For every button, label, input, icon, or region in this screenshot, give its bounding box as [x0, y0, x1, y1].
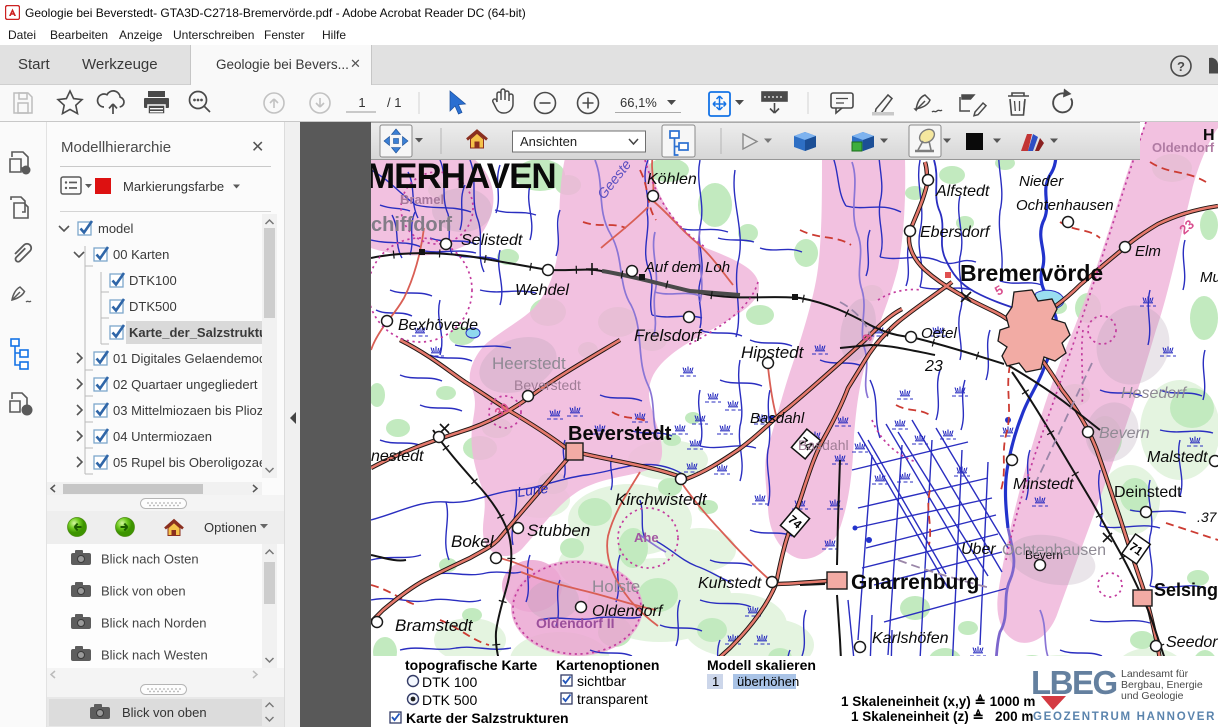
svg-text:03 Mittelmiozaen bis Pliozae: 03 Mittelmiozaen bis Pliozae — [113, 403, 262, 418]
svg-text:02 Quartaer ungegliedert: 02 Quartaer ungegliedert — [113, 377, 258, 392]
svg-text:05 Rupel bis Oberoligozaen: 05 Rupel bis Oberoligozaen — [113, 455, 262, 470]
svg-text:Markierungsfarbe: Markierungsfarbe — [123, 179, 224, 194]
svg-text:01 Digitales Gelaendemodell: 01 Digitales Gelaendemodell — [113, 351, 262, 366]
svg-text:DTK100: DTK100 — [129, 273, 177, 288]
svg-text:Modell skalieren: Modell skalieren — [707, 657, 816, 673]
svg-text:chiffdorf: chiffdorf — [371, 214, 452, 236]
svg-text:1 Skaleneinheit (x,y) ≜ 1000 m: 1 Skaleneinheit (x,y) ≜ 1000 m — [841, 693, 1035, 709]
svg-text:Karte der Salzstrukturen: Karte der Salzstrukturen — [406, 710, 569, 726]
svg-text:.37: .37 — [1197, 509, 1218, 525]
svg-text:Holste: Holste — [592, 577, 640, 596]
svg-text:Mu: Mu — [1200, 269, 1218, 286]
svg-text:überhöhen: überhöhen — [737, 674, 799, 689]
svg-text:i: i — [26, 406, 28, 416]
svg-text:Kartenoptionen: Kartenoptionen — [556, 657, 659, 673]
svg-text:DTK 100: DTK 100 — [422, 674, 477, 690]
svg-text:Beverstedt: Beverstedt — [514, 377, 581, 393]
svg-text:Malstedt: Malstedt — [1147, 449, 1208, 466]
svg-text:Nieder: Nieder — [1019, 173, 1064, 190]
svg-text:Blick von oben: Blick von oben — [101, 584, 186, 599]
svg-text:66,1%: 66,1% — [620, 95, 657, 110]
svg-text:Ahe: Ahe — [634, 530, 659, 545]
svg-text:Köhlen: Köhlen — [647, 171, 697, 188]
svg-text:sichtbar: sichtbar — [577, 673, 626, 689]
svg-text:23: 23 — [924, 358, 943, 375]
svg-text:DTK 500: DTK 500 — [422, 692, 477, 708]
svg-text:Basdahl: Basdahl — [798, 437, 849, 453]
svg-text:Heerstedt: Heerstedt — [492, 354, 566, 373]
svg-text:Oldendorf: Oldendorf — [1152, 140, 1215, 155]
svg-text:Oldendorf II: Oldendorf II — [536, 615, 615, 631]
svg-text:/ 1: / 1 — [387, 95, 401, 110]
svg-text:Bremervörde: Bremervörde — [960, 260, 1103, 286]
svg-text:?: ? — [1177, 59, 1185, 74]
svg-text:Bramel: Bramel — [400, 192, 444, 207]
svg-text:Selistedt: Selistedt — [461, 232, 523, 249]
svg-text:Gnarrenburg: Gnarrenburg — [851, 571, 979, 594]
svg-text:Blick nach Osten: Blick nach Osten — [101, 552, 199, 567]
svg-text:Minstedt: Minstedt — [1013, 476, 1074, 493]
svg-text:Basdahl: Basdahl — [750, 410, 805, 427]
svg-text:Kirchwistedt: Kirchwistedt — [615, 490, 708, 509]
svg-text:Wehdel: Wehdel — [515, 282, 569, 299]
svg-text:Karlshöfen: Karlshöfen — [872, 630, 949, 647]
svg-text:Hesedorf: Hesedorf — [1121, 385, 1187, 402]
svg-text:Stubben: Stubben — [527, 521, 590, 540]
svg-text:Deinstedt: Deinstedt — [1114, 484, 1182, 501]
svg-text:1: 1 — [712, 674, 719, 689]
svg-text:Auf dem Loh: Auf dem Loh — [644, 259, 730, 276]
svg-text:Ansichten: Ansichten — [520, 134, 577, 149]
svg-text:Bevern: Bevern — [1099, 425, 1150, 442]
svg-text:Blick nach Norden: Blick nach Norden — [101, 616, 207, 631]
svg-text:Karte_der_Salzstrukturen: Karte_der_Salzstrukturen — [129, 325, 262, 340]
svg-text:Oetel: Oetel — [921, 325, 958, 342]
svg-text:1: 1 — [358, 95, 365, 110]
svg-text:MERHAVEN: MERHAVEN — [371, 157, 556, 196]
svg-text:Selsing: Selsing — [1154, 580, 1218, 600]
svg-text:Ochtenhausen: Ochtenhausen — [1002, 542, 1106, 559]
svg-text:Blick nach Westen: Blick nach Westen — [101, 648, 208, 663]
svg-text:GEOZENTRUM HANNOVER: GEOZENTRUM HANNOVER — [1033, 711, 1216, 723]
svg-text:Kuhstedt: Kuhstedt — [698, 575, 762, 592]
svg-text:Beverstedt: Beverstedt — [568, 423, 672, 445]
svg-text:Ebersdorf: Ebersdorf — [920, 224, 991, 241]
svg-text:Frelsdorf: Frelsdorf — [634, 326, 703, 345]
svg-text:Seedorf: Seedorf — [1166, 634, 1218, 651]
svg-text:transparent: transparent — [577, 691, 648, 707]
svg-text:Bexhövede: Bexhövede — [398, 317, 478, 334]
svg-text:Optionen: Optionen — [204, 520, 257, 535]
svg-text:Über: Über — [961, 540, 996, 558]
svg-text:04 Untermiozaen: 04 Untermiozaen — [113, 429, 212, 444]
svg-text:DTK500: DTK500 — [129, 299, 177, 314]
svg-text:Alfstedt: Alfstedt — [935, 183, 990, 200]
svg-text:Blick von oben: Blick von oben — [122, 705, 207, 720]
svg-text:Ochtenhausen: Ochtenhausen — [1016, 197, 1114, 214]
svg-text:topografische Karte: topografische Karte — [405, 657, 537, 673]
svg-text:Bramstedt: Bramstedt — [395, 616, 474, 635]
svg-text:nestedt: nestedt — [371, 448, 424, 465]
svg-text:Hipstedt: Hipstedt — [741, 343, 805, 362]
svg-text:LBEG: LBEG — [1031, 664, 1117, 701]
svg-text:00 Karten: 00 Karten — [113, 247, 169, 262]
svg-text:Elm: Elm — [1135, 243, 1161, 260]
svg-text:Bokel: Bokel — [451, 532, 495, 551]
svg-text:model: model — [98, 221, 134, 236]
svg-text:1 Skaleneinheit (z) ≜ 200 m: 1 Skaleneinheit (z) ≜ 200 m — [851, 708, 1033, 724]
svg-text:und Geologie: und Geologie — [1121, 690, 1184, 702]
